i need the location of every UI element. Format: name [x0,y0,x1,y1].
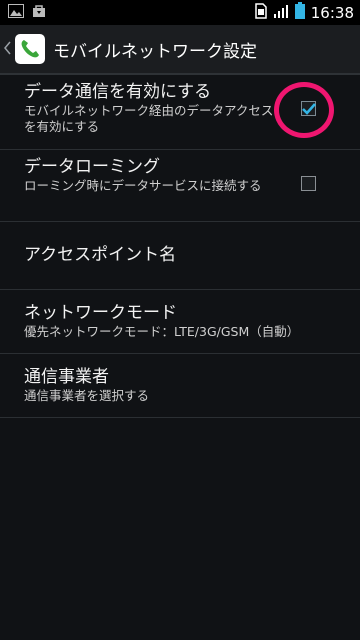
battery-icon [294,2,305,23]
setting-access-point-names[interactable]: アクセスポイント名 [0,222,360,290]
setting-title: アクセスポイント名 [24,245,177,265]
action-bar: モバイルネットワーク設定 [0,25,360,75]
bag-icon [32,3,46,22]
setting-title: 通信事業者 [24,367,109,387]
setting-title: ネットワークモード [24,303,177,323]
back-chevron-icon[interactable] [3,40,13,59]
setting-subtitle: 通信事業者を選択する [24,388,150,403]
setting-title: データローミング [24,157,160,177]
status-time: 16:38 [310,3,354,22]
page-title: モバイルネットワーク設定 [53,41,257,62]
sim-icon [253,2,267,23]
setting-network-operator[interactable]: 通信事業者 通信事業者を選択する [0,354,360,418]
setting-subtitle: ローミング時にデータサービスに接続する [24,178,262,193]
setting-subtitle: モバイルネットワーク経由のデータアクセスを有効にする [24,103,274,134]
highlight-circle [274,82,334,138]
status-bar: 16:38 [0,0,360,25]
picture-icon [8,3,24,22]
phone-icon[interactable] [15,34,45,64]
setting-network-mode[interactable]: ネットワークモード 優先ネットワークモード：LTE/3G/GSM（自動） [0,290,360,354]
data-roaming-checkbox[interactable] [301,176,316,191]
setting-data-roaming[interactable]: データローミング ローミング時にデータサービスに接続する [0,150,360,222]
signal-icon [273,3,289,23]
setting-subtitle: 優先ネットワークモード：LTE/3G/GSM（自動） [24,324,300,339]
